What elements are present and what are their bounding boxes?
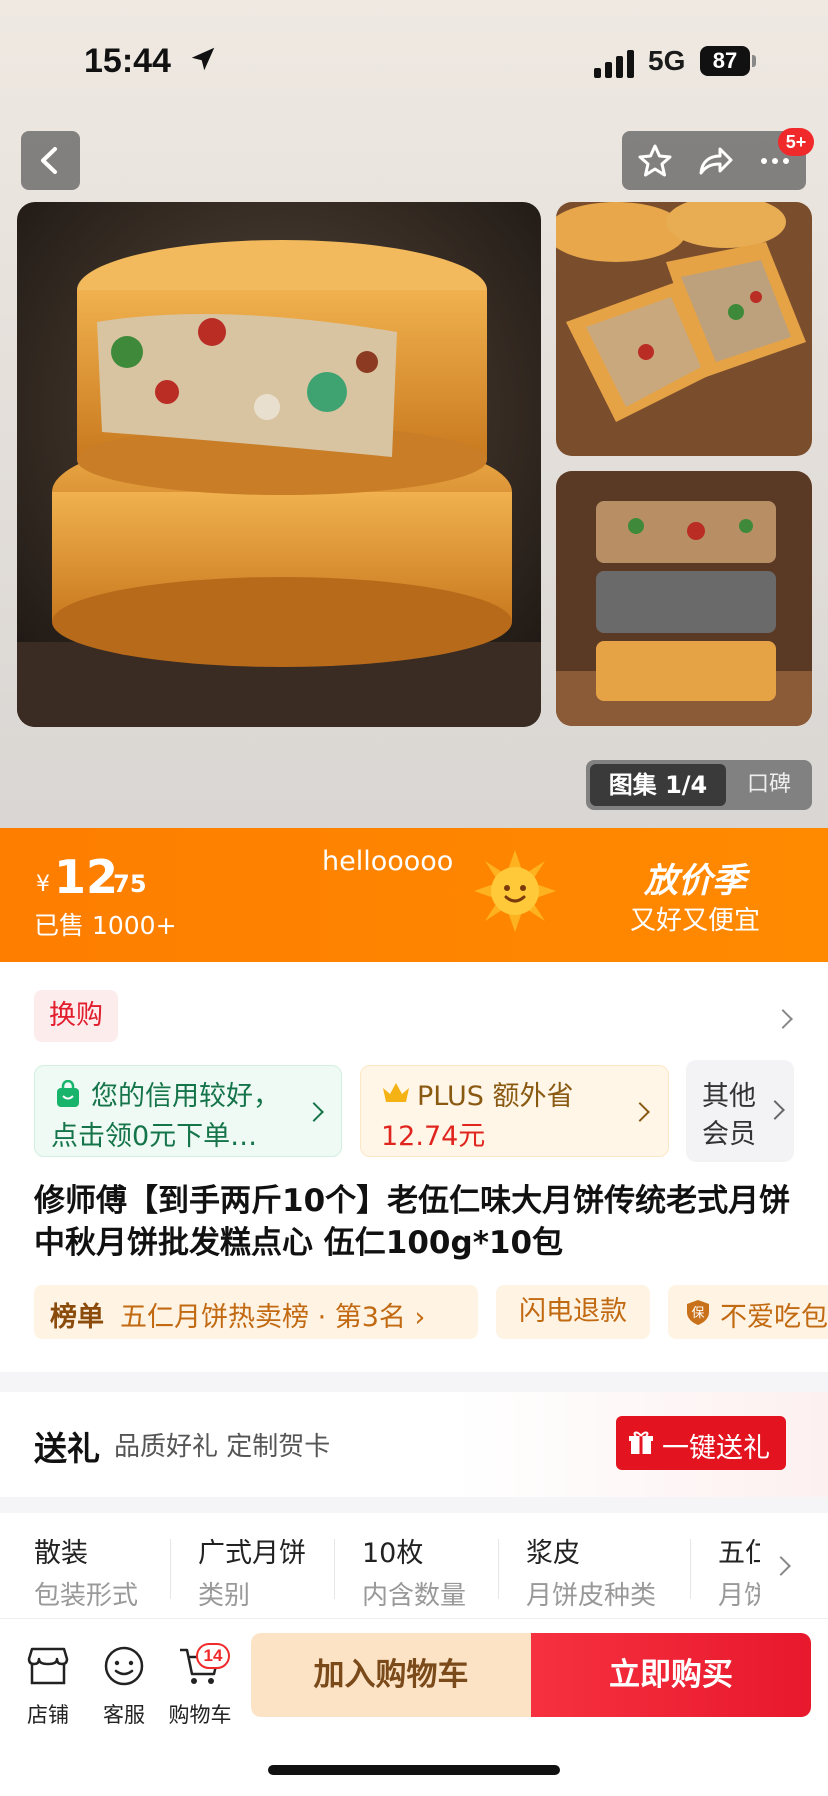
share-icon (699, 147, 733, 175)
product-title: 修师傅【到手两斤10个】老伍仁味大月饼传统老式月饼中秋月饼批发糕点心 伍仁100… (34, 1183, 791, 1261)
attribute-item: 五仁 月饼 (718, 1513, 760, 1618)
add-to-cart-button[interactable]: 加入购物车 (251, 1633, 531, 1717)
star-icon (638, 144, 672, 177)
mooncake-image (17, 202, 541, 727)
promo-title: 放价季 (644, 861, 746, 901)
attribute-value: 浆皮 (526, 1538, 580, 1569)
other-member-line1: 其他 (702, 1081, 756, 1112)
gift-icon (629, 1431, 653, 1454)
guarantee-tag[interactable]: 保 不爱吃包 (668, 1285, 828, 1339)
store-label: 店铺 (27, 1703, 69, 1727)
gift-section: 送礼 品质好礼 定制贺卡 一键送礼 (0, 1392, 828, 1497)
plus-text-line1: PLUS 额外省 (417, 1081, 574, 1112)
signal-icon (594, 50, 634, 78)
guarantee-text: 不爱吃包 (720, 1302, 828, 1333)
store-button[interactable]: 店铺 (12, 1629, 84, 1739)
home-indicator (268, 1765, 560, 1775)
battery-icon: 87 (700, 46, 750, 76)
chat-face-icon (104, 1646, 144, 1686)
favorite-button[interactable] (626, 131, 684, 190)
attribute-value: 广式月饼 (198, 1538, 306, 1569)
cart-count-badge: 14 (196, 1643, 230, 1669)
store-icon (27, 1647, 69, 1685)
cart-label: 购物车 (168, 1703, 232, 1727)
location-arrow-icon (191, 47, 215, 71)
buy-now-button[interactable]: 立即购买 (531, 1633, 811, 1717)
sliced-mooncakes-image (556, 202, 812, 456)
attribute-key: 月饼 (718, 1581, 760, 1611)
attribute-value: 五仁 (718, 1538, 760, 1569)
attribute-divider (334, 1539, 335, 1599)
plus-member-card[interactable]: PLUS 额外省 12.74元 (360, 1065, 669, 1157)
attribute-value: 10枚 (362, 1538, 424, 1569)
section-divider (0, 1372, 828, 1392)
attribute-item: 10枚 内含数量 (362, 1513, 526, 1618)
thumbnail-image-1[interactable] (556, 202, 812, 456)
chevron-right-icon (765, 1100, 785, 1120)
svg-text:保: 保 (691, 1306, 704, 1321)
price-currency: ¥ (36, 872, 50, 897)
send-gift-button[interactable]: 一键送礼 (616, 1416, 786, 1470)
crown-icon (383, 1083, 409, 1102)
gallery-switch: 图集 1/4 口碑 (586, 760, 812, 810)
promo-hello-text: hellooooo (322, 846, 454, 877)
chevron-left-icon (41, 147, 57, 174)
promo-subtitle: 又好又便宜 (629, 906, 760, 936)
attribute-item: 浆皮 月饼皮种类 (526, 1513, 690, 1618)
attribute-strip[interactable]: 散装 包装形式 广式月饼 类别 10枚 内含数量 浆皮 月饼皮种类 五仁 月饼 (0, 1513, 828, 1618)
other-member-line2: 会员 (702, 1119, 756, 1150)
sun-mascot-icon (474, 850, 556, 932)
sold-count: 已售 1000+ (34, 911, 177, 940)
section-divider (0, 1497, 828, 1513)
shopping-bag-icon (57, 1080, 79, 1107)
swap-tag[interactable]: 换购 (34, 990, 118, 1042)
attribute-divider (690, 1539, 691, 1599)
chevron-right-icon (304, 1102, 324, 1122)
attribute-key: 包装形式 (34, 1581, 139, 1611)
attribute-key: 类别 (198, 1581, 251, 1611)
main-product-image[interactable] (17, 202, 541, 727)
attribute-item: 广式月饼 类别 (198, 1513, 362, 1618)
gift-subtitle: 品质好礼 定制贺卡 (114, 1432, 331, 1462)
attribute-divider (498, 1539, 499, 1599)
network-type: 5G (648, 45, 686, 76)
credit-text-line1: 您的信用较好， (91, 1081, 280, 1112)
chevron-right-icon (630, 1102, 650, 1122)
credit-zero-pay-card[interactable]: 您的信用较好， 点击领0元下单… (34, 1065, 342, 1157)
other-member-card[interactable]: 其他 会员 (686, 1060, 794, 1162)
credit-text-line2: 点击领0元下单… (51, 1121, 258, 1152)
gallery-tab-images[interactable]: 图集 1/4 (590, 764, 726, 806)
gallery-tab-reviews[interactable]: 口碑 (731, 764, 807, 806)
attribute-divider (170, 1539, 171, 1599)
price-decimal: .75 (104, 870, 147, 898)
battery-tip (752, 55, 756, 67)
product-tags: 榜单 五仁月饼热卖榜 · 第3名 › 闪电退款 保 不爱吃包 (34, 1285, 828, 1339)
attribute-item: 散装 包装形式 (34, 1513, 198, 1618)
status-time: 15:44 (84, 42, 171, 80)
attribute-value: 散装 (34, 1538, 88, 1569)
ranking-tag[interactable]: 榜单 五仁月饼热卖榜 · 第3名 › (34, 1285, 478, 1339)
plus-savings: 12.74元 (381, 1121, 486, 1152)
ranking-value: 五仁月饼热卖榜 · 第3名 › (120, 1302, 426, 1333)
send-gift-label: 一键送礼 (662, 1433, 770, 1464)
attribute-key: 月饼皮种类 (526, 1581, 657, 1611)
status-bar: 15:44 5G 87 (0, 0, 828, 110)
share-button[interactable] (686, 131, 744, 190)
back-button[interactable] (21, 131, 80, 190)
shield-icon: 保 (687, 1300, 709, 1325)
customer-service-button[interactable]: 客服 (88, 1629, 160, 1739)
attribute-key: 内含数量 (362, 1581, 467, 1611)
message-badge: 5+ (778, 128, 814, 156)
customer-service-label: 客服 (103, 1703, 145, 1727)
flash-refund-tag[interactable]: 闪电退款 (496, 1285, 650, 1339)
gift-title: 送礼 (34, 1429, 100, 1468)
thumbnail-image-2[interactable] (556, 471, 812, 726)
ranking-label: 榜单 (50, 1302, 104, 1333)
stacked-mooncakes-image (556, 471, 812, 726)
